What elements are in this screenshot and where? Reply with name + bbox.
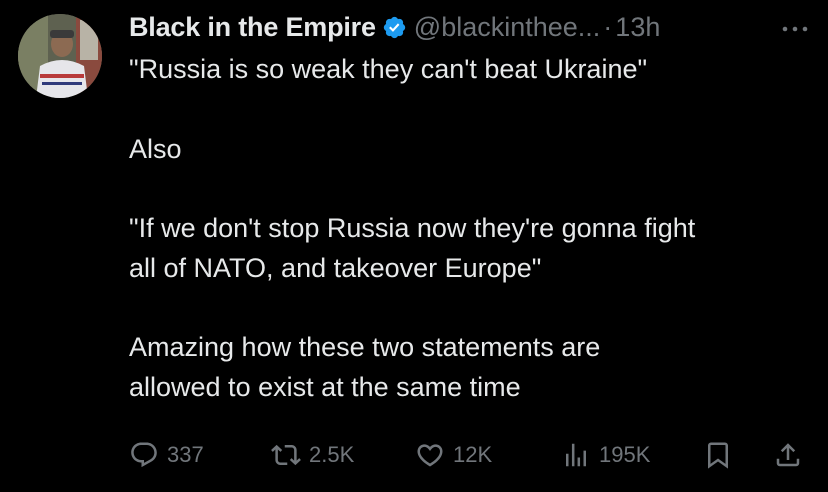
views-button[interactable]: 195K	[561, 432, 650, 478]
tweet-paragraph: "Russia is so weak they can't beat Ukrai…	[129, 50, 819, 90]
action-bar: 337 2.5K 12K 195K	[129, 432, 819, 478]
more-icon[interactable]	[775, 18, 815, 40]
tweet-paragraph: Amazing how these two statements are all…	[129, 328, 819, 407]
repost-count: 2.5K	[309, 442, 355, 467]
separator-dot: ·	[603, 11, 613, 42]
tweet-paragraph: "If we don't stop Russia now they're gon…	[129, 209, 819, 288]
views-count: 195K	[599, 442, 651, 467]
tweet-text: "Russia is so weak they can't beat Ukrai…	[129, 50, 819, 407]
timestamp[interactable]: 13h	[615, 12, 660, 43]
tweet-line: allowed to exist at the same time	[129, 371, 521, 402]
verified-badge-icon	[382, 15, 407, 40]
reply-count: 337	[167, 442, 204, 467]
tweet-content: Black in the Empire @blackinthee... · 13…	[129, 8, 819, 407]
tweet-line: "Russia is so weak they can't beat Ukrai…	[129, 54, 648, 84]
bookmark-icon	[703, 440, 733, 470]
avatar[interactable]	[18, 14, 102, 98]
tweet-line: "If we don't stop Russia now they're gon…	[129, 213, 696, 243]
share-button[interactable]	[773, 432, 803, 478]
tweet-line: Also	[129, 133, 182, 164]
bookmark-button[interactable]	[703, 432, 733, 478]
repost-icon	[271, 440, 301, 470]
display-name[interactable]: Black in the Empire	[129, 12, 376, 43]
views-icon	[561, 440, 591, 470]
reply-button[interactable]: 337	[129, 432, 204, 478]
tweet-header: Black in the Empire @blackinthee... · 13…	[129, 8, 819, 46]
handle[interactable]: @blackinthee...	[414, 12, 601, 43]
like-button[interactable]: 12K	[415, 432, 492, 478]
reply-icon	[129, 440, 159, 470]
tweet-paragraph: Also	[129, 130, 819, 170]
like-count: 12K	[453, 442, 493, 467]
share-icon	[773, 440, 803, 470]
tweet-line: all of NATO, and takeover Europe"	[129, 252, 542, 283]
repost-button[interactable]: 2.5K	[271, 432, 354, 478]
heart-icon	[415, 440, 445, 470]
tweet-line: Amazing how these two statements are	[129, 332, 601, 362]
tweet[interactable]: Black in the Empire @blackinthee... · 13…	[0, 0, 828, 492]
